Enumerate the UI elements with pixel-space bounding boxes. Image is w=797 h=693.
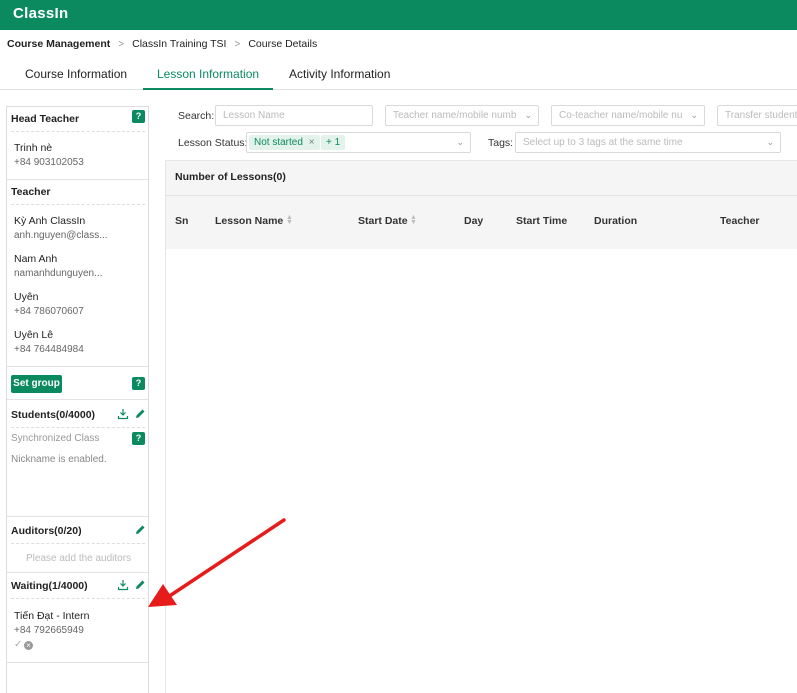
head-teacher-name: Trinh nè <box>14 142 53 154</box>
teacher-select[interactable]: Teacher name/mobile numb ⌄ <box>385 105 539 126</box>
chevron-down-icon: ⌄ <box>766 137 774 147</box>
divider <box>11 204 145 205</box>
chevron-down-icon: ⌄ <box>690 110 698 120</box>
lesson-status-select[interactable]: Not started × + 1 ⌄ <box>246 132 471 153</box>
approve-icon[interactable]: ✓ <box>14 639 22 650</box>
tags-select-placeholder: Select up to 3 tags at the same time <box>523 137 683 148</box>
breadcrumb-course-management[interactable]: Course Management <box>7 38 110 50</box>
divider <box>7 662 148 663</box>
divider <box>7 516 148 517</box>
lesson-status-label: Lesson Status: <box>178 137 248 149</box>
set-group-help-icon[interactable]: ? <box>132 377 145 390</box>
status-tag-label: Not started <box>254 137 303 148</box>
course-members-sidebar: Head Teacher ? Trinh nè +84 903102053 Te… <box>6 106 149 693</box>
synchronized-class-help-icon[interactable]: ? <box>132 432 145 445</box>
lesson-name-search-input[interactable]: Lesson Name <box>215 105 373 126</box>
status-more-tag: + 1 <box>321 135 346 150</box>
nickname-status: Nickname is enabled. <box>11 454 107 465</box>
transfer-student-input[interactable]: Transfer student <box>717 105 797 126</box>
head-teacher-title: Head Teacher <box>11 113 80 125</box>
close-icon[interactable]: × <box>309 137 315 148</box>
divider <box>11 131 145 132</box>
pencil-icon[interactable] <box>134 524 146 536</box>
auditors-empty-hint: Please add the auditors <box>26 553 132 564</box>
teacher-name: Kỳ Anh ClassIn <box>14 215 86 227</box>
tags-select[interactable]: Select up to 3 tags at the same time ⌄ <box>515 132 781 153</box>
sort-icon[interactable]: ▲ ▼ <box>286 214 294 226</box>
column-header-start-date[interactable]: Start Date <box>358 215 408 227</box>
pencil-icon[interactable] <box>134 579 146 591</box>
divider <box>166 195 797 196</box>
column-header-start-time: Start Time <box>516 215 568 227</box>
teacher-name: Nam Anh <box>14 253 58 265</box>
divider <box>11 427 145 428</box>
active-tab-indicator <box>143 88 273 90</box>
lessons-table-header: Number of Lessons(0) Sn Lesson Name ▲ ▼ S… <box>166 161 797 249</box>
column-header-day: Day <box>464 215 484 227</box>
teacher-detail: +84 786070607 <box>14 306 84 317</box>
lessons-table: Number of Lessons(0) Sn Lesson Name ▲ ▼ S… <box>165 160 797 693</box>
teacher-detail: namanhdunguyen... <box>14 268 103 279</box>
top-bar: ClassIn <box>0 0 797 30</box>
teacher-title: Teacher <box>11 186 51 198</box>
breadcrumb: Course Management > ClassIn Training TSI… <box>7 38 317 50</box>
teacher-detail: anh.nguyen@class... <box>14 230 108 241</box>
teacher-name: Uyên <box>14 291 39 303</box>
waiting-title: Waiting(1/4000) <box>11 580 88 592</box>
waiting-student-phone: +84 792665949 <box>14 625 84 636</box>
breadcrumb-separator: > <box>118 38 125 50</box>
sort-icon[interactable]: ▲ ▼ <box>410 214 418 226</box>
status-tag: Not started × <box>249 135 320 150</box>
divider <box>11 598 145 599</box>
breadcrumb-separator: > <box>234 38 241 50</box>
head-teacher-help-icon[interactable]: ? <box>132 110 145 123</box>
breadcrumb-course[interactable]: ClassIn Training TSI <box>132 38 226 50</box>
tab-lesson-information[interactable]: Lesson Information <box>157 67 259 81</box>
tab-course-information[interactable]: Course Information <box>25 67 127 81</box>
divider <box>7 572 148 573</box>
column-header-duration: Duration <box>594 215 638 227</box>
divider <box>7 399 148 400</box>
teacher-select-placeholder: Teacher name/mobile numb <box>393 110 517 121</box>
auditors-title: Auditors(0/20) <box>11 525 82 537</box>
download-icon[interactable] <box>117 408 129 420</box>
lesson-count: Number of Lessons(0) <box>175 171 286 183</box>
breadcrumb-course-details: Course Details <box>248 38 318 50</box>
tab-bar: Course Information Lesson Information Ac… <box>0 62 797 90</box>
search-label: Search: <box>178 110 215 122</box>
pencil-icon[interactable] <box>134 408 146 420</box>
head-teacher-phone: +84 903102053 <box>14 157 84 168</box>
divider <box>11 543 145 544</box>
reject-icon[interactable]: × <box>24 641 33 650</box>
tab-activity-information[interactable]: Activity Information <box>289 67 390 81</box>
teacher-detail: +84 764484984 <box>14 344 84 355</box>
synchronized-class-label: Synchronized Class <box>11 433 100 444</box>
co-teacher-select-placeholder: Co-teacher name/mobile nu <box>559 110 683 121</box>
set-group-button[interactable]: Set group <box>11 375 62 393</box>
column-header-lesson-name[interactable]: Lesson Name <box>215 215 283 227</box>
waiting-student-name: Tiến Đạt - Intern <box>14 610 90 622</box>
divider <box>7 179 148 180</box>
column-header-teacher: Teacher <box>720 215 760 227</box>
chevron-down-icon: ⌄ <box>524 110 532 120</box>
divider <box>7 366 148 367</box>
column-header-sn: Sn <box>175 215 189 227</box>
tags-label: Tags: <box>488 137 514 149</box>
chevron-down-icon: ⌄ <box>456 137 464 147</box>
students-title: Students(0/4000) <box>11 409 96 421</box>
teacher-name: Uyên Lê <box>14 329 54 341</box>
download-icon[interactable] <box>117 579 129 591</box>
classin-logo: ClassIn <box>13 5 69 22</box>
co-teacher-select[interactable]: Co-teacher name/mobile nu ⌄ <box>551 105 705 126</box>
